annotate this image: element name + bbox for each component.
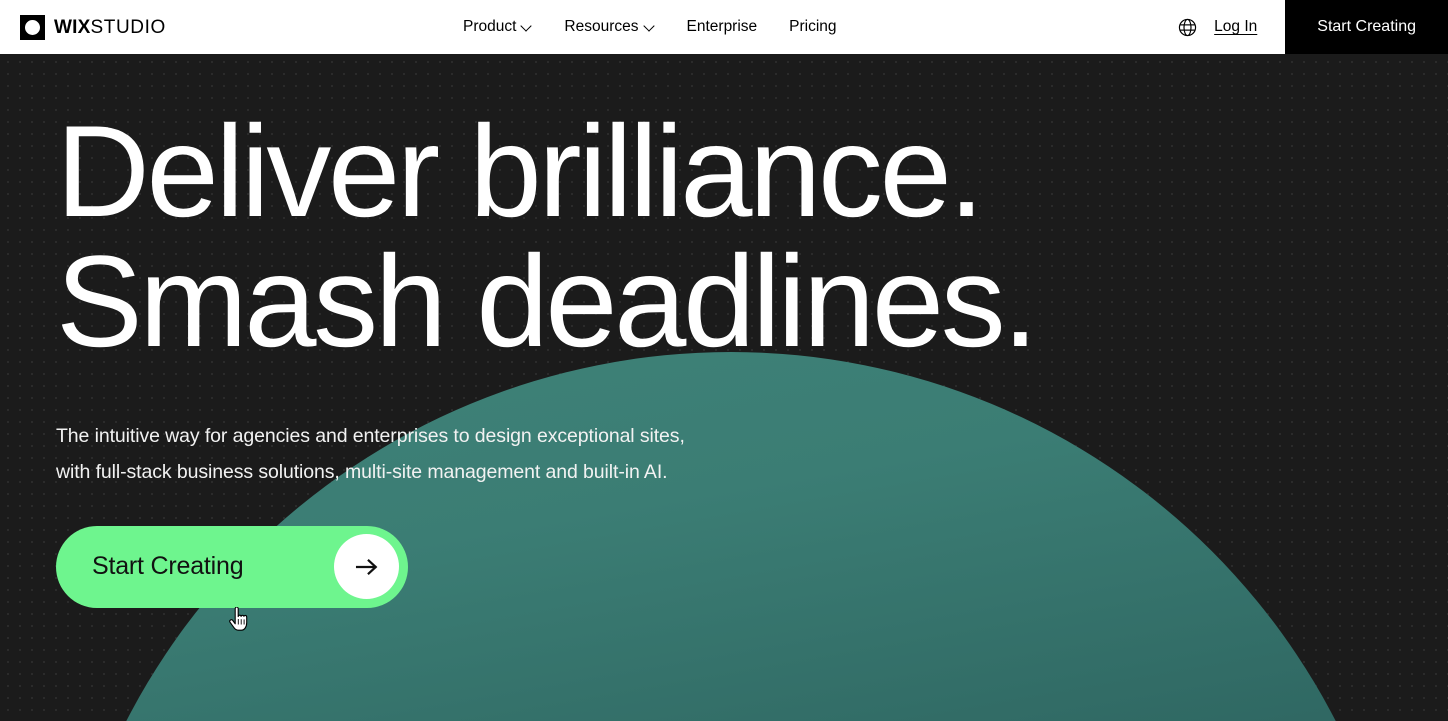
arrow-right-icon: [334, 534, 399, 599]
wix-studio-logo[interactable]: WIXSTUDIO: [20, 0, 166, 54]
nav-item-enterprise[interactable]: Enterprise: [671, 19, 774, 35]
hero-cta-label: Start Creating: [92, 552, 244, 580]
nav-item-resources[interactable]: Resources: [548, 19, 670, 35]
chevron-down-icon: [645, 21, 655, 31]
globe-icon[interactable]: [1170, 10, 1204, 44]
chevron-down-icon: [522, 21, 532, 31]
login-link[interactable]: Log In: [1214, 19, 1257, 35]
hero-content: Deliver brilliance. Smash deadlines. The…: [0, 98, 1448, 608]
nav-item-label: Pricing: [789, 18, 837, 36]
nav-item-product[interactable]: Product: [463, 19, 548, 35]
hero-start-creating-button[interactable]: Start Creating: [56, 525, 408, 608]
hero-subtitle-line-1: The intuitive way for agencies and enter…: [56, 425, 685, 448]
hero-section: Deliver brilliance. Smash deadlines. The…: [0, 54, 1448, 721]
hero-headline: Deliver brilliance. Smash deadlines.: [56, 98, 1448, 374]
logo-studio-text: STUDIO: [90, 16, 166, 38]
nav-item-pricing[interactable]: Pricing: [773, 19, 852, 35]
header-actions: Log In Start Creating: [1170, 0, 1448, 54]
nav-item-label: Resources: [564, 18, 639, 36]
primary-navigation: Product Resources Enterprise Pricing: [463, 0, 853, 54]
hero-subtitle-line-2: with full-stack business solutions, mult…: [56, 461, 668, 484]
hero-subtitle: The intuitive way for agencies and enter…: [56, 418, 1448, 490]
logo-wix-text: WIX: [54, 16, 91, 38]
wix-studio-landing-page: WIXSTUDIO Product Resources Enterprise P…: [0, 0, 1448, 721]
wix-logo-icon: [20, 14, 45, 40]
nav-item-label: Product: [463, 18, 517, 36]
hero-headline-line-1: Deliver brilliance.: [56, 98, 985, 244]
header-start-creating-button[interactable]: Start Creating: [1285, 0, 1448, 54]
nav-item-label: Enterprise: [686, 18, 758, 36]
site-header: WIXSTUDIO Product Resources Enterprise P…: [0, 0, 1448, 54]
logo-wordmark: WIXSTUDIO: [54, 18, 166, 37]
hero-headline-line-2: Smash deadlines.: [56, 227, 1038, 374]
